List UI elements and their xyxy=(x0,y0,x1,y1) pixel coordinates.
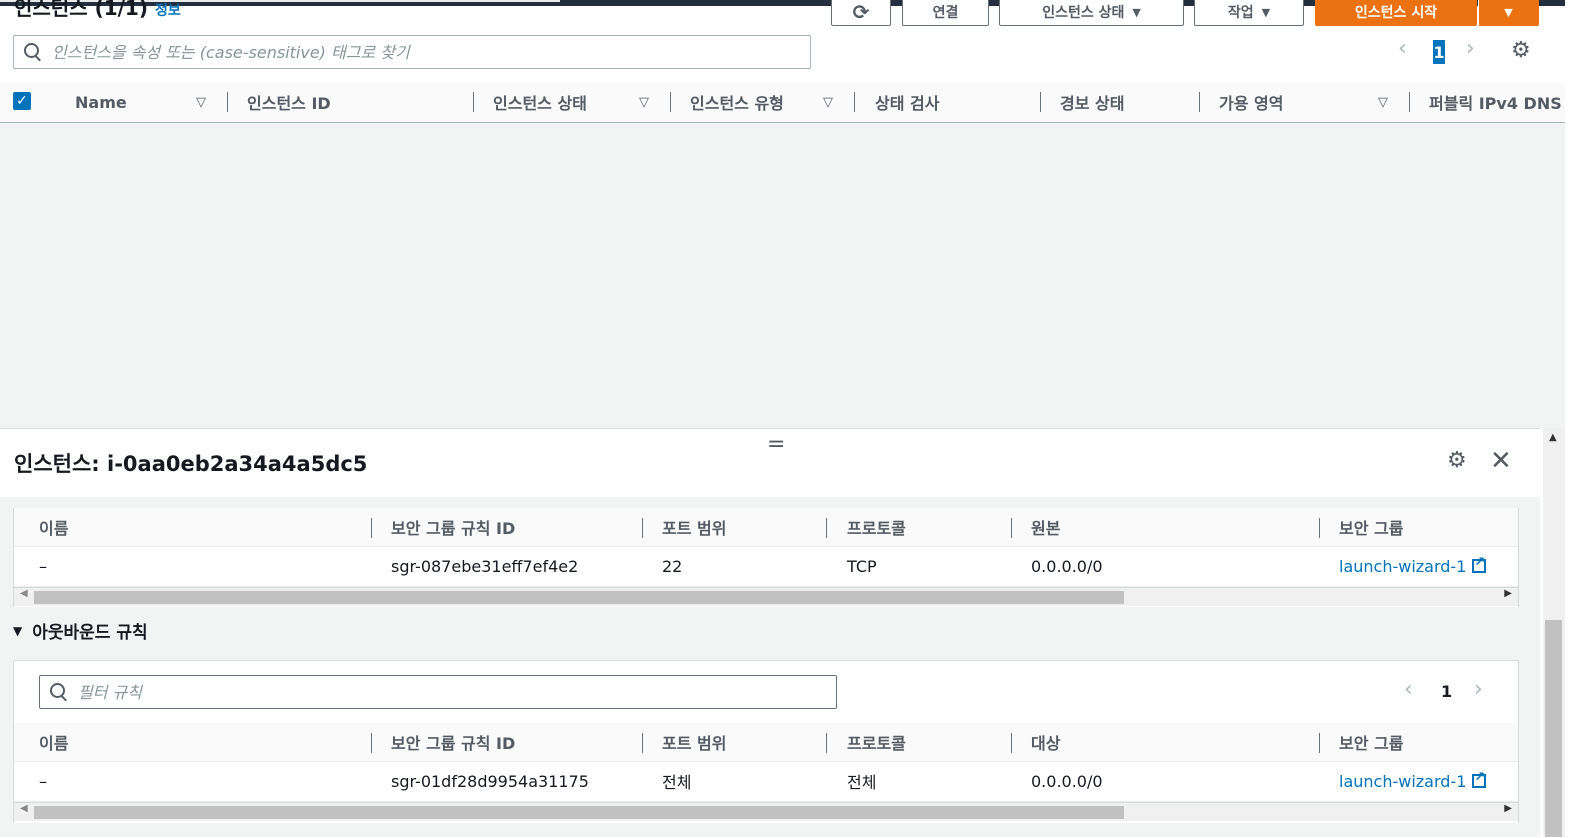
detail-title: 인스턴스: i-0aa0eb2a34a4a5dc5 xyxy=(14,448,367,478)
col-instance-state[interactable]: 인스턴스 상태 xyxy=(493,82,587,122)
actions-label: 작업 xyxy=(1227,5,1254,21)
detail-instance-id: i-0aa0eb2a34a4a5dc5 xyxy=(107,452,368,476)
external-link-icon xyxy=(1472,555,1487,573)
col-rule-id[interactable]: 보안 그룹 규칙 ID xyxy=(391,723,515,761)
sort-icon[interactable]: ▽ xyxy=(196,95,206,110)
vertical-scrollbar[interactable]: ▲ xyxy=(1543,428,1565,837)
col-security-group[interactable]: 보안 그룹 xyxy=(1339,723,1403,761)
search-icon xyxy=(24,43,42,61)
instances-table-body xyxy=(0,123,1565,428)
security-group-link-text[interactable]: launch-wizard-1 xyxy=(1339,772,1466,791)
sort-icon[interactable]: ▽ xyxy=(823,95,833,110)
col-name[interactable]: Name xyxy=(75,82,127,122)
col-name[interactable]: 이름 xyxy=(39,723,68,761)
cell-port: 전체 xyxy=(662,773,692,792)
instances-table-header: Name ▽ 인스턴스 ID 인스턴스 상태 ▽ 인스턴스 유형 ▽ 상태 검사… xyxy=(0,82,1565,123)
detail-settings-gear-icon[interactable]: ⚙ xyxy=(1447,448,1467,473)
table-row: – sgr-01df28d9954a31175 전체 전체 0.0.0.0/0 … xyxy=(14,761,1518,802)
instance-state-label: 인스턴스 상태 xyxy=(1042,5,1125,21)
search-icon xyxy=(50,683,68,701)
launch-instance-label: 인스턴스 시작 xyxy=(1354,5,1438,21)
col-source[interactable]: 원본 xyxy=(1031,508,1060,546)
table-row: – sgr-087ebe31eff7ef4e2 22 TCP 0.0.0.0/0… xyxy=(14,546,1518,587)
detail-label: 인스턴스: xyxy=(14,452,100,476)
current-page[interactable]: 1 xyxy=(1441,682,1452,701)
caret-down-icon: ▼ xyxy=(1132,5,1141,19)
next-page-icon[interactable]: › xyxy=(1466,36,1475,61)
cell-port: 22 xyxy=(662,556,683,576)
filter-rules[interactable] xyxy=(39,675,837,709)
settings-gear-icon[interactable]: ⚙ xyxy=(1511,38,1531,63)
launch-instance-button[interactable]: 인스턴스 시작 xyxy=(1315,0,1477,26)
refresh-button[interactable]: ⟳ xyxy=(831,0,891,26)
connect-button[interactable]: 연결 xyxy=(902,0,989,26)
instance-state-button[interactable]: 인스턴스 상태 ▼ xyxy=(999,0,1184,26)
next-page-icon[interactable]: › xyxy=(1474,677,1483,702)
horizontal-scrollbar[interactable]: ◀ ▶ xyxy=(14,587,1518,606)
col-public-dns[interactable]: 퍼블릭 IPv4 DNS xyxy=(1429,82,1562,122)
external-link-icon xyxy=(1472,770,1487,788)
actions-button[interactable]: 작업 ▼ xyxy=(1194,0,1304,26)
outbound-rules-table: ‹ 1 › 이름 보안 그룹 규칙 ID 포트 범위 프로토콜 대상 보안 그룹… xyxy=(13,660,1519,823)
prev-page-icon[interactable]: ‹ xyxy=(1398,36,1407,61)
caret-down-icon: ▼ xyxy=(13,623,23,638)
horizontal-scrollbar[interactable]: ◀ ▶ xyxy=(14,802,1518,821)
close-icon[interactable]: ✕ xyxy=(1490,446,1512,476)
col-alarm-status[interactable]: 경보 상태 xyxy=(1060,82,1124,122)
cell-protocol: 전체 xyxy=(847,773,877,792)
security-group-link[interactable]: launch-wizard-1 xyxy=(1339,761,1487,801)
page-title: 인스턴스 (1/1) 정보 xyxy=(14,0,181,21)
prev-page-icon[interactable]: ‹ xyxy=(1404,677,1413,702)
sort-icon[interactable]: ▽ xyxy=(639,95,649,110)
resize-handle-icon[interactable]: = xyxy=(767,432,785,457)
cell-rule-id: sgr-087ebe31eff7ef4e2 xyxy=(391,556,579,576)
refresh-icon: ⟳ xyxy=(852,0,870,24)
cell-protocol: TCP xyxy=(847,556,877,576)
security-group-link-text[interactable]: launch-wizard-1 xyxy=(1339,557,1466,576)
col-name[interactable]: 이름 xyxy=(39,508,68,546)
col-instance-id[interactable]: 인스턴스 ID xyxy=(247,82,331,122)
col-port-range[interactable]: 포트 범위 xyxy=(662,508,726,546)
cell-destination: 0.0.0.0/0 xyxy=(1031,771,1103,791)
security-group-link[interactable]: launch-wizard-1 xyxy=(1339,546,1487,586)
col-port-range[interactable]: 포트 범위 xyxy=(662,723,726,761)
col-destination[interactable]: 대상 xyxy=(1031,723,1060,761)
sort-icon[interactable]: ▽ xyxy=(1378,95,1388,110)
select-all-checkbox[interactable]: ✓ xyxy=(13,92,31,110)
col-protocol[interactable]: 프로토콜 xyxy=(847,508,906,546)
outbound-section-title: 아웃바운드 규칙 xyxy=(32,623,148,643)
outbound-section-header[interactable]: ▼ 아웃바운드 규칙 xyxy=(13,618,148,643)
info-link[interactable]: 정보 xyxy=(155,3,181,19)
cell-source: 0.0.0.0/0 xyxy=(1031,556,1103,576)
page-title-text: 인스턴스 (1/1) xyxy=(14,0,148,20)
instance-search[interactable] xyxy=(13,35,811,69)
connect-label: 연결 xyxy=(932,5,959,21)
col-instance-type[interactable]: 인스턴스 유형 xyxy=(690,82,784,122)
col-security-group[interactable]: 보안 그룹 xyxy=(1339,508,1403,546)
launch-dropdown-button[interactable]: ▼ xyxy=(1478,0,1539,26)
col-availability-zone[interactable]: 가용 영역 xyxy=(1219,82,1283,122)
cell-name: – xyxy=(39,556,47,576)
caret-down-icon: ▼ xyxy=(1261,5,1271,19)
search-input[interactable] xyxy=(50,41,774,63)
current-page[interactable]: 1 xyxy=(1433,40,1445,64)
col-status-check[interactable]: 상태 검사 xyxy=(875,82,939,122)
cell-name: – xyxy=(39,771,47,791)
cell-rule-id: sgr-01df28d9954a31175 xyxy=(391,771,589,791)
filter-input[interactable] xyxy=(76,681,800,703)
col-protocol[interactable]: 프로토콜 xyxy=(847,723,906,761)
page-edge xyxy=(1565,0,1592,837)
col-rule-id[interactable]: 보안 그룹 규칙 ID xyxy=(391,508,515,546)
inbound-rules-table: 이름 보안 그룹 규칙 ID 포트 범위 프로토콜 원본 보안 그룹 – sgr… xyxy=(13,508,1519,607)
caret-down-icon: ▼ xyxy=(1504,5,1513,19)
